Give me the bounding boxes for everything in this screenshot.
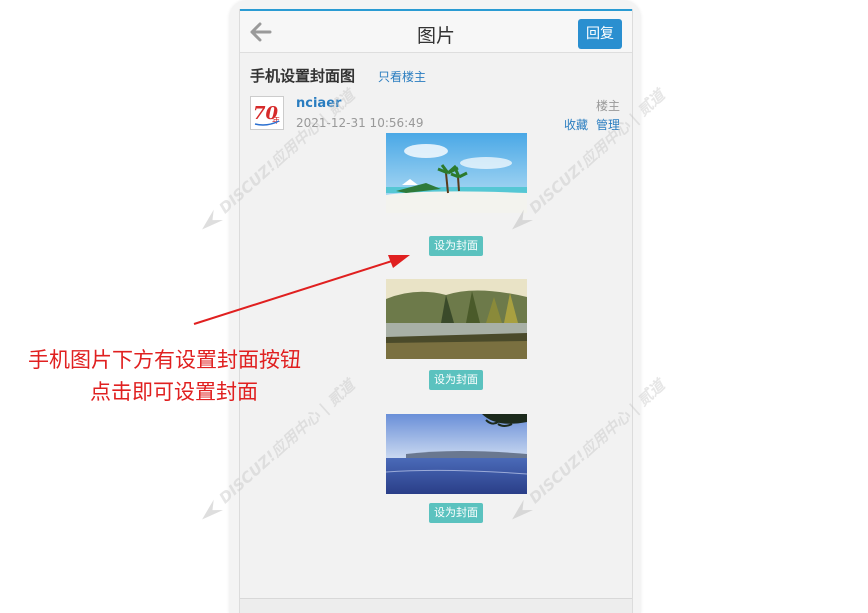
annotation-arrow [193, 255, 410, 325]
annotation-text-line2: 点击即可设置封面 [90, 380, 258, 404]
annotation-text-line1: 手机图片下方有设置封面按钮 [28, 348, 301, 372]
